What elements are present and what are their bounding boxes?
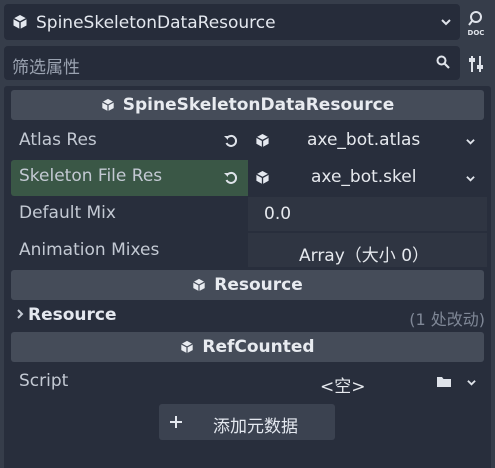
sliders-icon	[469, 56, 483, 72]
doc-search-icon: DOC	[468, 11, 485, 37]
section-title: SpineSkeletonDataResource	[122, 95, 395, 115]
filter-properties-input[interactable]: 筛选属性	[4, 46, 460, 80]
chevron-right-icon[interactable]	[16, 309, 24, 319]
script-label: Script	[19, 371, 69, 391]
cube-icon	[255, 170, 270, 185]
section-title: Resource	[214, 275, 303, 295]
revert-icon[interactable]	[223, 170, 239, 186]
revert-icon[interactable]	[223, 133, 239, 149]
resource-type-selector[interactable]: SpineSkeletonDataResource	[4, 4, 460, 40]
section-header-spine-skeleton-data-resource[interactable]: SpineSkeletonDataResource	[11, 90, 484, 120]
animation-mixes-label: Animation Mixes	[19, 240, 160, 260]
chevron-down-icon[interactable]	[466, 378, 477, 387]
resource-group-toggle[interactable]: Resource	[28, 305, 117, 325]
skeleton-file-res-resource-name[interactable]: axe_bot.skel	[311, 167, 416, 187]
changes-count: (1 处改动)	[409, 310, 485, 329]
chevron-down-icon[interactable]	[465, 174, 476, 183]
folder-icon[interactable]	[436, 375, 452, 388]
animation-mixes-value[interactable]: Array（大小 0）	[299, 241, 429, 266]
plus-icon	[169, 415, 183, 429]
cube-icon	[255, 133, 270, 148]
search-icon	[436, 55, 450, 69]
add-metadata-button[interactable]: 添加元数据	[159, 404, 335, 440]
section-header-refcounted[interactable]: RefCounted	[11, 332, 484, 362]
atlas-res-label: Atlas Res	[19, 130, 97, 150]
skeleton-file-res-label: Skeleton File Res	[19, 166, 163, 186]
atlas-res-resource-name[interactable]: axe_bot.atlas	[307, 130, 420, 150]
script-empty-value[interactable]: <空>	[320, 372, 366, 397]
cube-icon	[180, 340, 194, 354]
doc-search-button[interactable]: DOC	[463, 9, 489, 37]
section-header-resource[interactable]: Resource	[11, 270, 484, 300]
chevron-down-icon	[440, 17, 452, 27]
resource-type-label: SpineSkeletonDataResource	[36, 13, 276, 33]
cube-icon	[12, 14, 28, 30]
default-mix-label: Default Mix	[19, 203, 116, 223]
filter-placeholder: 筛选属性	[12, 58, 80, 78]
cube-icon	[101, 98, 115, 112]
add-metadata-label: 添加元数据	[213, 417, 298, 437]
default-mix-value[interactable]: 0.0	[264, 204, 291, 224]
section-title: RefCounted	[202, 337, 315, 357]
inspector-tools-button[interactable]	[466, 54, 486, 74]
cube-icon	[192, 278, 206, 292]
chevron-down-icon[interactable]	[465, 137, 476, 146]
svg-text:DOC: DOC	[468, 29, 485, 37]
